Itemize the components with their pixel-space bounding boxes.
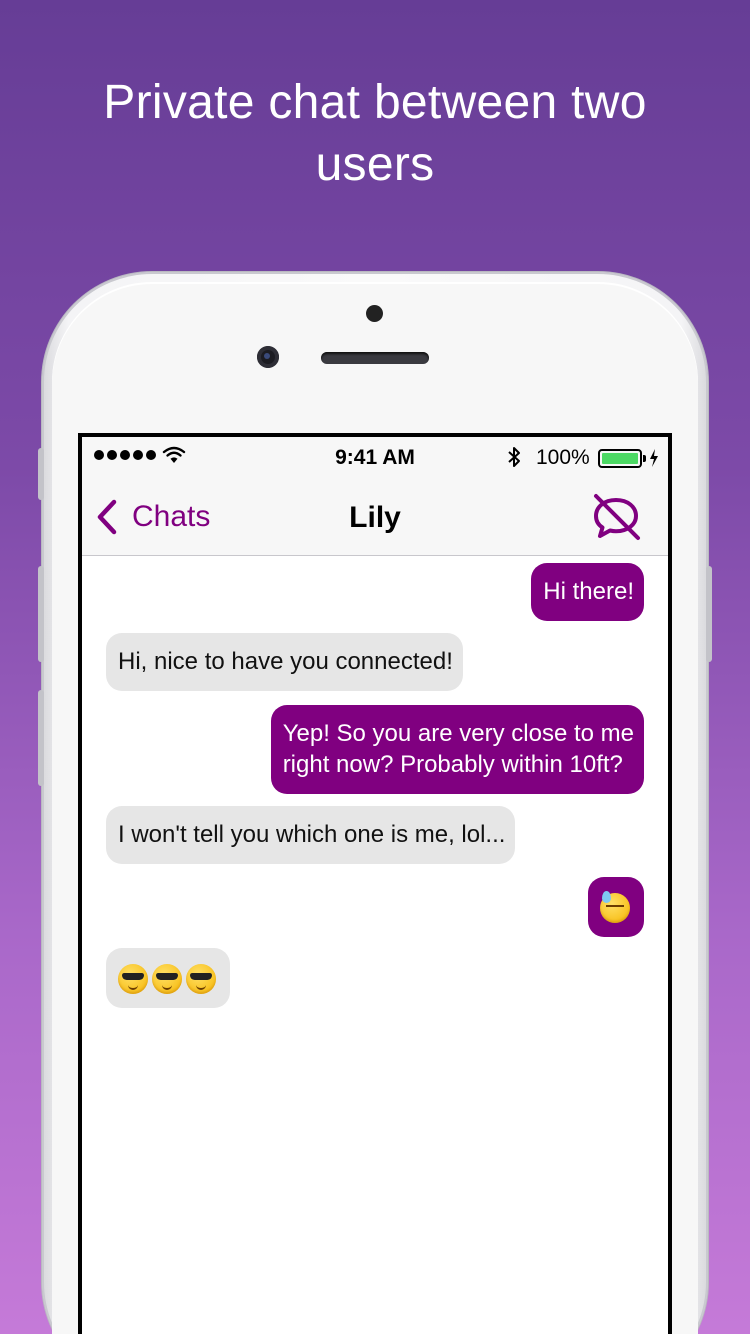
message-text: I won't tell you which one is me, lol... bbox=[118, 821, 506, 848]
earpiece-speaker bbox=[321, 352, 429, 364]
side-button-power bbox=[706, 566, 712, 662]
downcast-face-with-sweat-icon bbox=[600, 890, 630, 923]
navigation-bar: Chats Lily bbox=[82, 477, 668, 556]
smiling-face-with-sunglasses-icon bbox=[118, 963, 148, 994]
outgoing-message-bubble[interactable]: Hi there! bbox=[531, 563, 644, 621]
outgoing-message-bubble[interactable] bbox=[588, 877, 644, 937]
proximity-sensor bbox=[366, 305, 383, 322]
chat-title: Lily bbox=[349, 501, 401, 534]
message-text: Hi there! bbox=[543, 578, 634, 605]
bluetooth-icon bbox=[508, 447, 520, 467]
phone-screen: 9:41 AM 100% Chats Lily Hi there! Hi, ni… bbox=[78, 433, 672, 1334]
charging-bolt-icon bbox=[650, 449, 658, 467]
incoming-message-bubble[interactable]: I won't tell you which one is me, lol... bbox=[106, 806, 516, 864]
smiling-face-with-sunglasses-icon bbox=[186, 963, 216, 994]
side-button-volume-up bbox=[38, 566, 44, 662]
message-text: Hi, nice to have you connected! bbox=[118, 648, 453, 675]
incoming-message-bubble[interactable]: Hi, nice to have you connected! bbox=[106, 633, 463, 691]
message-text: Yep! So you are very close to me right n… bbox=[282, 720, 634, 778]
incoming-message-bubble[interactable] bbox=[106, 948, 230, 1008]
chat-off-icon[interactable] bbox=[590, 492, 642, 542]
message-list: Hi there! Hi, nice to have you connected!… bbox=[82, 556, 668, 1334]
battery-level bbox=[602, 453, 638, 464]
side-button-mute bbox=[38, 448, 44, 500]
battery-percent: 100% bbox=[536, 446, 590, 469]
smiling-face-with-sunglasses-icon bbox=[152, 963, 182, 994]
battery-icon bbox=[598, 449, 642, 468]
status-bar: 9:41 AM 100% bbox=[82, 437, 668, 477]
outgoing-message-bubble[interactable]: Yep! So you are very close to me right n… bbox=[270, 705, 644, 794]
battery-cap bbox=[643, 455, 646, 462]
screen-content: 9:41 AM 100% Chats Lily Hi there! Hi, ni… bbox=[82, 437, 668, 1334]
headline: Private chat between two users bbox=[103, 76, 647, 191]
front-camera-icon bbox=[257, 346, 279, 368]
side-button-volume-down bbox=[38, 690, 44, 786]
